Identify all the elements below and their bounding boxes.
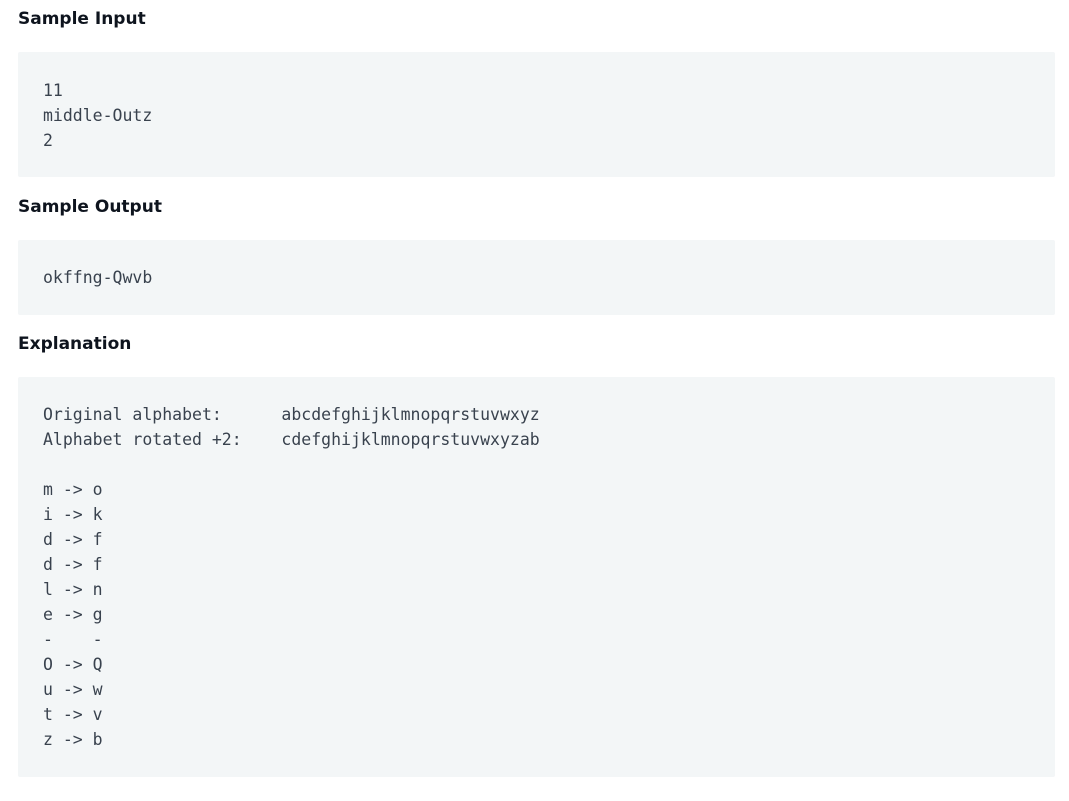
sample-output-heading: Sample Output	[18, 197, 162, 217]
code-line: okffng-Qwvb	[43, 268, 153, 287]
code-line-mapping: l -> n	[43, 580, 103, 599]
explanation-heading: Explanation	[18, 334, 132, 354]
code-line-mapping: - -	[43, 630, 103, 649]
code-line: middle-Outz	[43, 106, 153, 125]
code-line-original-alphabet: Original alphabet: abcdefghijklmnopqrstu…	[43, 405, 540, 424]
code-line-rotated-alphabet: Alphabet rotated +2: cdefghijklmnopqrstu…	[43, 430, 540, 449]
code-line: 11	[43, 81, 63, 100]
code-line: 2	[43, 131, 53, 150]
explanation-block: Original alphabet: abcdefghijklmnopqrstu…	[18, 377, 1055, 777]
code-line-mapping: i -> k	[43, 505, 103, 524]
code-line-mapping: z -> b	[43, 730, 103, 749]
sample-input-heading: Sample Input	[18, 9, 146, 29]
code-line-mapping: t -> v	[43, 705, 103, 724]
code-line-mapping: u -> w	[43, 680, 103, 699]
code-line-mapping: O -> Q	[43, 655, 103, 674]
code-line-mapping: m -> o	[43, 480, 103, 499]
code-line-mapping: d -> f	[43, 555, 103, 574]
code-line-mapping: d -> f	[43, 530, 103, 549]
sample-input-block: 11 middle-Outz 2	[18, 52, 1055, 177]
sample-output-block: okffng-Qwvb	[18, 240, 1055, 315]
code-line-mapping: e -> g	[43, 605, 103, 624]
